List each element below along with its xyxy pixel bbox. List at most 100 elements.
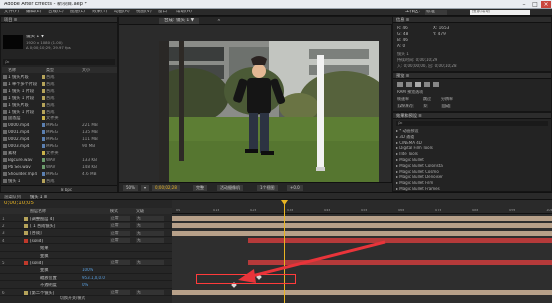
layer-duration-bar[interactable] bbox=[172, 230, 552, 236]
layer-parent-select[interactable]: 无 bbox=[136, 260, 164, 266]
property-value[interactable]: 0% bbox=[82, 283, 88, 287]
close-tab-icon[interactable]: × bbox=[217, 19, 221, 24]
layer-mode-select[interactable]: 正常 bbox=[110, 223, 130, 229]
label-color-swatch[interactable] bbox=[42, 102, 45, 107]
last-frame-icon[interactable] bbox=[433, 82, 439, 87]
property-value[interactable]: 100% bbox=[82, 268, 93, 272]
maximize-button[interactable]: □ bbox=[530, 1, 540, 8]
camera-select[interactable]: 活动摄像机 bbox=[217, 185, 243, 191]
layer-label-swatch[interactable] bbox=[24, 223, 28, 228]
layer-parent-select[interactable]: 无 bbox=[136, 216, 164, 221]
effects-panel-header[interactable]: 效果和预设 ≡ bbox=[393, 113, 551, 119]
resolution-select[interactable]: 完整 bbox=[193, 185, 207, 191]
menu-view[interactable]: 视图(V) bbox=[136, 10, 152, 15]
label-color-swatch[interactable] bbox=[42, 75, 45, 79]
timeline-timecode[interactable]: 0;00;10;05 bbox=[4, 201, 34, 207]
layer-label-swatch[interactable] bbox=[24, 231, 28, 236]
bit-depth-button[interactable]: 8 bpc bbox=[61, 188, 72, 192]
ram-preview-options[interactable]: RAM 预览选项 bbox=[397, 90, 423, 94]
layer-label-swatch[interactable] bbox=[24, 216, 28, 221]
effects-category[interactable]: ▸ Magic Bullet Cosmo bbox=[396, 170, 439, 175]
project-item[interactable]: 0001.mp4 MPEG 135 MB bbox=[2, 129, 117, 135]
property-row[interactable]: 变换 bbox=[0, 252, 172, 259]
project-search-input[interactable]: ρ▸ bbox=[3, 59, 115, 65]
tab-comp-timeline[interactable]: 镜头 1 ≡ bbox=[30, 195, 47, 199]
project-item[interactable]: 素材 文件夹 bbox=[2, 150, 117, 156]
project-item[interactable]: 0000.mp4 MPEG 221 MB bbox=[2, 122, 117, 128]
fps-select[interactable]: (29.97) bbox=[397, 104, 414, 108]
layer-row[interactable]: 5 [solid] 正常无 bbox=[0, 259, 172, 267]
label-color-swatch[interactable] bbox=[42, 178, 45, 183]
label-color-swatch[interactable] bbox=[42, 137, 45, 142]
layer-label-swatch[interactable] bbox=[24, 290, 28, 295]
project-item[interactable]: Pb Sei.wav WAV 148 KB bbox=[2, 164, 117, 170]
label-color-swatch[interactable] bbox=[42, 130, 45, 135]
label-color-swatch[interactable] bbox=[42, 171, 45, 176]
effects-category[interactable]: ▸ Magic Bullet Denoiser bbox=[396, 175, 443, 180]
label-color-swatch[interactable] bbox=[42, 116, 45, 121]
layer-mode-select[interactable]: 正常 bbox=[110, 238, 130, 244]
project-item[interactable]: 1 镜头 1 片段 合成 bbox=[2, 109, 117, 115]
toggle-switches-modes[interactable]: 切换开关/模式 bbox=[60, 296, 85, 300]
parent-header[interactable]: 父级 bbox=[136, 209, 144, 213]
effects-category[interactable]: ▸ Magic Bullet bbox=[396, 158, 424, 163]
project-item[interactable]: 1 镜头片段 合成 bbox=[2, 102, 117, 108]
effects-category[interactable]: ▸ Magic Bullet Colorista bbox=[396, 164, 443, 169]
effects-category[interactable]: ▸ * 动画预设 bbox=[396, 129, 419, 134]
project-item[interactable]: 1 镜头片段 合成 bbox=[2, 74, 117, 80]
label-color-swatch[interactable] bbox=[42, 144, 45, 148]
zoom-select[interactable]: 50% bbox=[123, 185, 138, 191]
play-icon[interactable] bbox=[415, 82, 421, 87]
prev-frame-icon[interactable] bbox=[406, 82, 412, 87]
project-item[interactable]: 固态层 文件夹 bbox=[2, 115, 117, 121]
menu-layer[interactable]: 图层(L) bbox=[70, 10, 85, 15]
layer-mode-select[interactable]: 正常 bbox=[110, 216, 130, 221]
help-search-input[interactable]: 搜索帮助 bbox=[470, 10, 530, 15]
time-ruler[interactable]: 0s 01s 02s 03s 04s 05s 06s 07s 08s 09s 10s bbox=[172, 200, 552, 214]
layer-row[interactable]: 6 [第二个镜头] 正常 无 bbox=[0, 289, 172, 296]
layer-row[interactable]: 4 [solid] 正常无 bbox=[0, 237, 172, 245]
project-item[interactable]: 1 镜头 1 片段 合成 bbox=[2, 95, 117, 101]
layer-duration-bar[interactable] bbox=[172, 223, 552, 229]
layer-mode-select[interactable]: 正常 bbox=[110, 230, 130, 236]
layer-parent-select[interactable]: 无 bbox=[136, 223, 164, 229]
menu-help[interactable]: 帮助(H) bbox=[176, 10, 192, 15]
tab-render-queue[interactable]: 渲染队列 bbox=[4, 195, 21, 199]
project-item[interactable]: 0003.mp4 MPEG 90 MB bbox=[2, 143, 117, 149]
col-size-header[interactable]: 大小 bbox=[82, 68, 90, 72]
info-panel-header[interactable]: 信息 ≡ bbox=[393, 17, 551, 23]
zoom-dropdown-icon[interactable]: ▾ bbox=[141, 185, 150, 191]
effects-category[interactable]: ▸ Ilite Tools bbox=[396, 152, 418, 157]
layer-parent-select[interactable]: 无 bbox=[136, 290, 164, 295]
col-name-header[interactable]: 名称 bbox=[8, 68, 16, 72]
skip-input[interactable]: 0 bbox=[423, 104, 428, 108]
label-color-swatch[interactable] bbox=[42, 150, 45, 155]
label-color-swatch[interactable] bbox=[42, 109, 45, 114]
label-color-swatch[interactable] bbox=[42, 95, 45, 100]
resolution-select[interactable]: 自动 bbox=[441, 104, 451, 108]
layer-duration-bar[interactable] bbox=[172, 216, 552, 221]
minimize-button[interactable]: – bbox=[519, 1, 529, 8]
project-panel-header[interactable]: 项目 ≡ bbox=[1, 17, 117, 23]
layer-parent-select[interactable]: 无 bbox=[136, 238, 164, 244]
exposure-value[interactable]: +0.0 bbox=[287, 185, 303, 191]
property-value[interactable]: 953.1,0,0.0 bbox=[82, 276, 105, 280]
effects-category[interactable]: ▸ Digital Film Tools bbox=[396, 146, 433, 151]
viewer-canvas[interactable] bbox=[159, 41, 379, 185]
effects-search-input[interactable]: ρ▸ bbox=[396, 121, 548, 126]
menu-animation[interactable]: 动画(A) bbox=[114, 10, 130, 15]
menu-edit[interactable]: 编辑(E) bbox=[26, 10, 41, 15]
project-item[interactable]: Bgcure.wav WAV 133 KB bbox=[2, 157, 117, 163]
project-item[interactable]: 1 镜头 1 片段 合成 bbox=[2, 88, 117, 94]
layer-row[interactable]: 3 [合成] 正常无 bbox=[0, 230, 172, 237]
mode-header[interactable]: 模式 bbox=[110, 209, 118, 213]
layer-row[interactable]: 1 [调整图层 4] 正常 无 bbox=[0, 215, 172, 222]
effects-category[interactable]: ▸ Magic Bullet Film bbox=[396, 181, 433, 186]
layer-mode-select[interactable]: 正常 bbox=[110, 290, 130, 295]
menu-composition[interactable]: 合成(C) bbox=[48, 10, 64, 15]
layer-parent-select[interactable]: 无 bbox=[136, 230, 164, 236]
layer-row[interactable]: 2 [ 1 合成镜头] 正常无 bbox=[0, 222, 172, 230]
label-color-swatch[interactable] bbox=[42, 88, 45, 93]
layer-label-swatch[interactable] bbox=[24, 238, 28, 243]
preview-panel-header[interactable]: 预览 ≡ bbox=[393, 73, 551, 79]
